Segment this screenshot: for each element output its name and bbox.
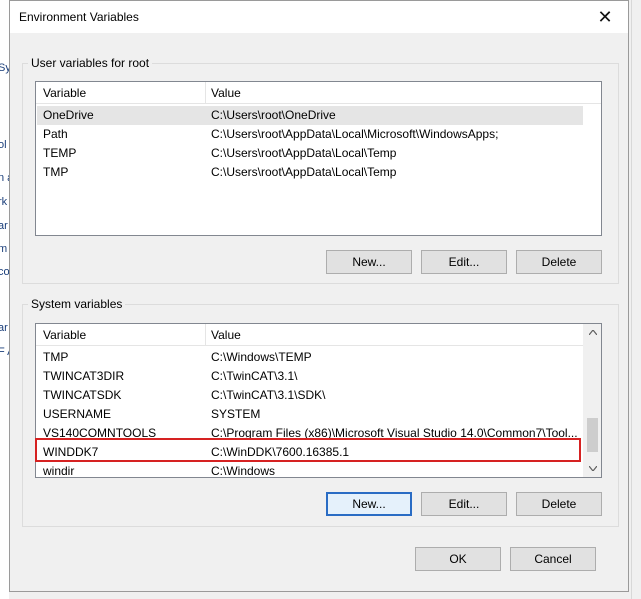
table-row[interactable]: WINDDK7 C:\WinDDK\7600.16385.1	[37, 443, 583, 462]
background-window-edge	[0, 0, 9, 599]
close-icon: ✕	[597, 6, 613, 27]
chevron-down-icon	[588, 464, 597, 473]
variable-name: TEMP	[43, 146, 77, 160]
variable-name: USERNAME	[43, 407, 112, 421]
scroll-up-arrow[interactable]	[584, 324, 601, 341]
table-row[interactable]: TMP C:\Windows\TEMP	[37, 348, 583, 367]
title-bar[interactable]: Environment Variables ✕	[10, 1, 628, 33]
variable-name: TWINCATSDK	[43, 388, 122, 402]
scroll-thumb[interactable]	[587, 418, 598, 452]
dialog-title: Environment Variables	[19, 10, 139, 24]
table-row[interactable]: VS140COMNTOOLS C:\Program Files (x86)\Mi…	[37, 424, 583, 443]
variable-value: C:\WinDDK\7600.16385.1	[211, 445, 350, 459]
variable-value: C:\TwinCAT\3.1\SDK\	[211, 388, 326, 402]
scroll-down-arrow[interactable]	[584, 460, 601, 477]
environment-variables-dialog: Environment Variables ✕ User variables f…	[9, 0, 629, 592]
variable-name: TMP	[43, 350, 69, 364]
table-row[interactable]: Path C:\Users\root\AppData\Local\Microso…	[37, 125, 583, 144]
table-row[interactable]: TEMP C:\Users\root\AppData\Local\Temp	[37, 144, 583, 163]
background-text: ar	[0, 220, 8, 232]
vertical-scrollbar[interactable]	[583, 324, 601, 477]
user-variables-title: User variables for root	[28, 56, 153, 70]
background-text: ar	[0, 322, 8, 334]
column-header-value[interactable]: Value	[211, 86, 241, 100]
column-header-value[interactable]: Value	[211, 328, 241, 342]
background-text: ol	[0, 139, 7, 151]
system-edit-button[interactable]: Edit...	[421, 492, 507, 516]
background-text: m	[0, 243, 8, 255]
variable-value: C:\Users\root\AppData\Local\Temp	[211, 146, 397, 160]
system-variables-title: System variables	[28, 297, 126, 311]
system-variables-header: Variable Value	[36, 324, 585, 346]
variable-value: C:\Users\root\AppData\Local\Temp	[211, 165, 397, 179]
variable-name: TWINCAT3DIR	[43, 369, 125, 383]
background-text: rk	[0, 196, 8, 208]
variable-value: C:\Windows	[211, 464, 276, 478]
table-row[interactable]: TWINCATSDK C:\TwinCAT\3.1\SDK\	[37, 386, 583, 405]
variable-value: C:\Users\root\OneDrive	[211, 108, 336, 122]
user-variables-list[interactable]: Variable Value OneDrive C:\Users\root\On…	[35, 81, 602, 236]
table-row[interactable]: windir C:\Windows	[37, 462, 583, 478]
variable-value: C:\Users\root\AppData\Local\Microsoft\Wi…	[211, 127, 499, 141]
column-header-variable[interactable]: Variable	[43, 328, 86, 342]
cancel-button[interactable]: Cancel	[510, 547, 596, 571]
table-row[interactable]: USERNAME SYSTEM	[37, 405, 583, 424]
user-new-button[interactable]: New...	[326, 250, 412, 274]
variable-name: OneDrive	[43, 108, 94, 122]
system-new-button[interactable]: New...	[326, 492, 412, 516]
variable-value: C:\Windows\TEMP	[211, 350, 312, 364]
user-variables-header: Variable Value	[36, 82, 601, 104]
variable-value: C:\Program Files (x86)\Microsoft Visual …	[211, 426, 578, 440]
user-edit-button[interactable]: Edit...	[421, 250, 507, 274]
ok-button[interactable]: OK	[415, 547, 501, 571]
chevron-up-icon	[588, 328, 597, 337]
system-delete-button[interactable]: Delete	[516, 492, 602, 516]
column-divider[interactable]	[205, 82, 206, 103]
variable-value: SYSTEM	[211, 407, 261, 421]
user-delete-button[interactable]: Delete	[516, 250, 602, 274]
system-variables-list[interactable]: Variable Value TMP C:\Windows\TEMP TWINC…	[35, 323, 602, 478]
table-row[interactable]: OneDrive C:\Users\root\OneDrive	[37, 106, 583, 125]
table-row[interactable]: TWINCAT3DIR C:\TwinCAT\3.1\	[37, 367, 583, 386]
background-window-right-edge	[631, 0, 641, 599]
close-button[interactable]: ✕	[582, 1, 628, 33]
variable-name: WINDDK7	[43, 445, 99, 459]
column-header-variable[interactable]: Variable	[43, 86, 86, 100]
column-divider[interactable]	[205, 324, 206, 345]
variable-name: TMP	[43, 165, 69, 179]
variable-name: windir	[43, 464, 75, 478]
table-row[interactable]: TMP C:\Users\root\AppData\Local\Temp	[37, 163, 583, 182]
variable-name: VS140COMNTOOLS	[43, 426, 157, 440]
variable-name: Path	[43, 127, 68, 141]
variable-value: C:\TwinCAT\3.1\	[211, 369, 298, 383]
